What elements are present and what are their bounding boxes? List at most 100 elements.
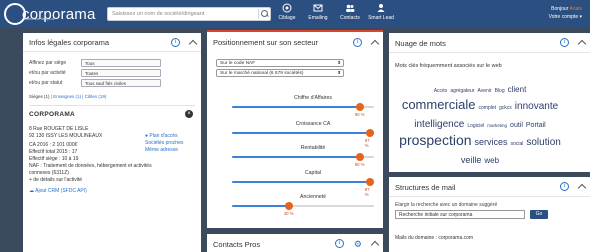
nearby-link[interactable]: Sociétés proches xyxy=(145,140,183,147)
legal-tabs: Sièges (1) | Enseignes (1) | Cibles (19) xyxy=(29,94,107,99)
metric-fill xyxy=(232,181,370,183)
logo[interactable]: corporama xyxy=(4,3,96,25)
word-cloud-word[interactable]: Accès xyxy=(434,89,448,94)
metric-percent: 90 % xyxy=(354,162,365,167)
nav-smart-lead[interactable]: Smart Lead xyxy=(366,3,396,21)
map-pin-icon: ● xyxy=(145,133,149,139)
metric-handle xyxy=(365,129,374,137)
metric-fill xyxy=(232,106,360,108)
word-cloud-word[interactable]: commerciale xyxy=(402,98,476,111)
word-cloud-panel: Nuage de mots i Mots clés fréquemment as… xyxy=(389,33,590,172)
metric-fill xyxy=(232,156,360,158)
market-select[interactable]: Sur le marché national (6 579 sociétés) xyxy=(216,69,344,77)
metric-label: Rentabilité xyxy=(300,145,326,151)
metric-ca: Chiffre d'Affaires 90 % xyxy=(232,95,374,117)
metric-label: Croissance CA xyxy=(295,121,331,127)
user-menu[interactable]: Bonjour Anais Votre compte ▾ xyxy=(549,5,582,21)
metric-anciennete: Ancienneté 40 % xyxy=(232,194,374,216)
tab-sieges[interactable]: Sièges (1) xyxy=(29,94,50,99)
info-icon[interactable]: i xyxy=(353,38,362,47)
nav-label: Contacts xyxy=(340,15,360,21)
activite-select[interactable]: Toutes xyxy=(81,69,161,77)
info-icon[interactable]: i xyxy=(560,38,569,47)
word-cloud-word[interactable]: client xyxy=(508,86,527,94)
nav-emailing[interactable]: Emailing xyxy=(303,3,333,21)
contacts-panel: Contacts Pros i ⚙ xyxy=(207,234,383,252)
word-cloud-word[interactable]: outil xyxy=(510,122,523,129)
positioning-title: Positionnement sur son secteur xyxy=(213,38,319,47)
word-cloud-word[interactable]: social xyxy=(511,142,524,147)
contacts-icon xyxy=(346,4,355,12)
word-cloud-word[interactable]: solution xyxy=(526,138,560,148)
metric-label: Capital xyxy=(304,170,322,176)
metric-track xyxy=(232,103,374,111)
word-cloud-word[interactable]: prospection xyxy=(399,133,471,147)
word-cloud-word[interactable]: innovante xyxy=(515,102,558,112)
word-cloud-word[interactable]: gckcs xyxy=(499,106,512,111)
close-icon[interactable]: × xyxy=(185,110,193,118)
company-name[interactable]: CORPORAMA xyxy=(29,111,195,118)
collapse-chevron-icon[interactable] xyxy=(577,39,587,49)
same-address-link[interactable]: Même adresse xyxy=(145,147,183,154)
word-cloud-word[interactable]: services xyxy=(475,138,508,147)
siege-select[interactable]: Tous xyxy=(81,59,161,67)
word-cloud-word[interactable]: complet xyxy=(479,106,497,111)
word-cloud-word[interactable]: agrégateur xyxy=(450,89,474,94)
filter-label: et/ou par statut xyxy=(29,80,63,86)
word-cloud-word[interactable]: Portail xyxy=(526,122,546,129)
search-input[interactable]: Saisissez un nom de société/dirigeant xyxy=(107,7,271,21)
metric-track xyxy=(232,178,374,186)
contacts-title: Contacts Pros xyxy=(213,240,261,249)
mail-domain-select[interactable]: Recherche initiale sur corporama xyxy=(395,210,525,219)
crm-add-button[interactable]: ☁ Ajout CRM (SFDC API) xyxy=(29,188,195,194)
filter-siege: Affinez par siège Tous xyxy=(29,58,201,68)
statut-select[interactable]: Tous sauf fiés civiles xyxy=(81,79,161,87)
metric-percent: 90 % xyxy=(354,112,365,117)
filter-statut: et/ou par statut Tous sauf fiés civiles xyxy=(29,78,201,88)
account-dropdown[interactable]: Votre compte ▾ xyxy=(549,13,582,21)
top-bar: corporama Data base des pros Saisissez u… xyxy=(0,0,590,28)
filter-label: Affinez par siège xyxy=(29,60,67,66)
info-icon[interactable]: i xyxy=(171,38,180,47)
tab-cibles[interactable]: Cibles (19) xyxy=(85,94,107,99)
mail-domain-label: Mails du domaine : corporama.com xyxy=(395,235,474,241)
company-naf: NAF : Traitement de données, hébergement… xyxy=(29,163,152,169)
go-button[interactable]: Go xyxy=(530,210,548,219)
nav-contacts[interactable]: Contacts xyxy=(335,3,365,21)
word-cloud-word[interactable]: Logiciel xyxy=(467,124,484,129)
user-greeting: Bonjour xyxy=(551,6,569,12)
metric-track xyxy=(232,129,374,137)
info-icon[interactable]: i xyxy=(560,182,569,191)
collapse-chevron-icon[interactable] xyxy=(577,183,587,193)
collapse-chevron-icon[interactable] xyxy=(370,240,380,250)
metric-handle xyxy=(355,153,364,161)
naf-select[interactable]: Sur le code NAF xyxy=(216,59,344,67)
metric-fill xyxy=(232,132,370,134)
collapse-chevron-icon[interactable] xyxy=(188,39,198,49)
nav-ciblage[interactable]: Ciblage xyxy=(272,3,302,21)
word-cloud-word[interactable]: web xyxy=(484,157,499,165)
company-card: CORPORAMA × 8 Rue ROUGET DE LISLE 92 130… xyxy=(29,105,195,194)
metric-handle xyxy=(355,103,364,111)
metric-croissance: Croissance CA 97 % xyxy=(232,121,374,148)
word-cloud-word[interactable]: Blog xyxy=(495,89,505,94)
metric-handle xyxy=(284,202,293,210)
word-cloud-word[interactable]: Avenir xyxy=(478,89,492,94)
word-cloud-word[interactable]: marketing xyxy=(487,123,507,129)
metric-track xyxy=(232,202,374,210)
metric-label: Chiffre d'Affaires xyxy=(294,95,332,101)
map-link[interactable]: ● Plan d'accès xyxy=(145,133,183,140)
word-cloud-word[interactable]: veille xyxy=(461,156,482,165)
nav-label: Emailing xyxy=(308,15,328,21)
gear-icon[interactable]: ⚙ xyxy=(354,239,362,248)
search-icon[interactable] xyxy=(258,9,269,19)
tab-enseignes[interactable]: Enseignes (1) xyxy=(53,94,81,99)
word-cloud: Accès agrégateur Avenir Blog client commercia… xyxy=(399,80,564,168)
activity-details-link[interactable]: + de détails sur l'activité xyxy=(29,177,195,184)
collapse-chevron-icon[interactable] xyxy=(370,39,380,49)
info-icon[interactable]: i xyxy=(334,239,344,248)
word-cloud-word[interactable]: intelligence xyxy=(414,120,464,130)
metric-fill xyxy=(232,205,289,207)
company-address-1: 8 Rue ROUGET DE LISLE xyxy=(29,126,89,132)
target-icon xyxy=(282,3,292,13)
